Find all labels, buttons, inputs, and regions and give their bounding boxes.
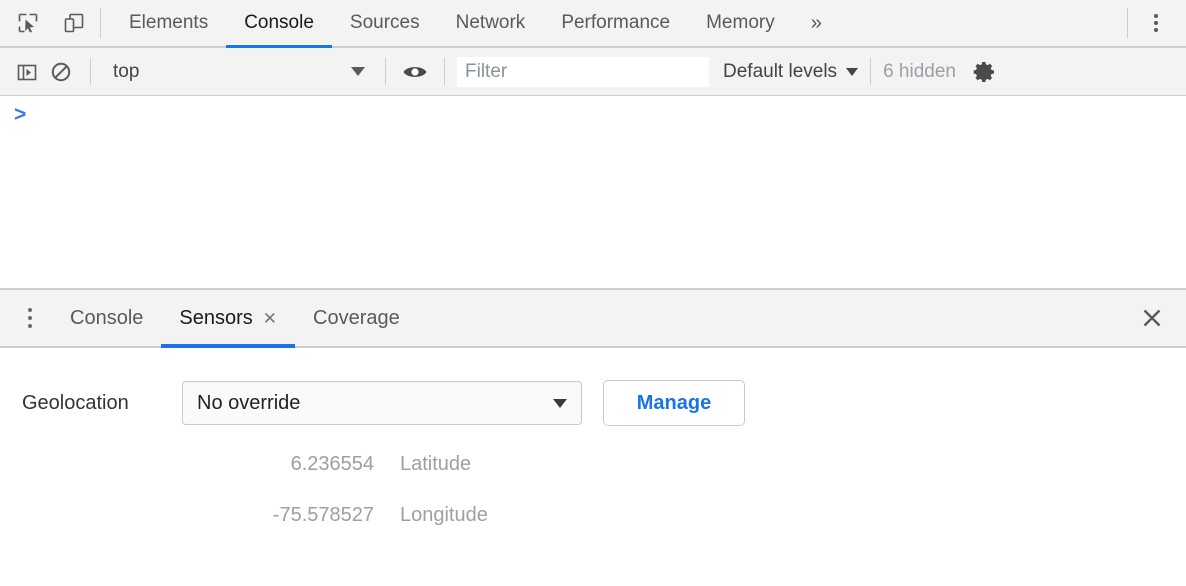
tab-sources[interactable]: Sources: [332, 0, 438, 46]
drawer-tab-list: Console Sensors ✕ Coverage: [52, 290, 1124, 346]
chevron-down-icon: [553, 399, 567, 408]
prompt-chevron-icon: >: [14, 104, 26, 125]
close-drawer-icon[interactable]: [1124, 290, 1180, 346]
main-toolbar: Elements Console Sources Network Perform…: [0, 0, 1186, 48]
toolbar-divider-right: [1127, 8, 1128, 38]
tab-memory[interactable]: Memory: [688, 0, 793, 46]
vertical-dots-icon[interactable]: [8, 290, 52, 346]
more-tabs-chevron-icon[interactable]: »: [793, 0, 840, 46]
tab-label: Network: [456, 12, 526, 34]
console-toolbar-divider-3: [444, 58, 445, 85]
drawer-tab-bar: Console Sensors ✕ Coverage: [0, 290, 1186, 348]
console-message-area: >: [0, 96, 1186, 288]
drawer-tab-console[interactable]: Console: [52, 290, 161, 346]
console-input[interactable]: [26, 104, 1186, 124]
log-levels-selector[interactable]: Default levels: [723, 61, 858, 83]
latitude-label: Latitude: [400, 453, 471, 476]
sensors-panel: Geolocation No override Manage Latitude …: [0, 348, 1186, 586]
longitude-label: Longitude: [400, 504, 488, 527]
console-toolbar-divider-1: [90, 58, 91, 85]
longitude-row: Longitude: [0, 503, 1186, 528]
tab-network[interactable]: Network: [438, 0, 544, 46]
drawer-tab-label: Console: [70, 307, 143, 330]
overflow-glyph: »: [811, 12, 822, 35]
execution-context-value: top: [113, 61, 351, 83]
drawer-tab-coverage[interactable]: Coverage: [295, 290, 418, 346]
latitude-input[interactable]: [182, 452, 382, 477]
tab-label: Elements: [129, 12, 208, 34]
latitude-row: Latitude: [0, 452, 1186, 477]
toolbar-right-group: [1117, 0, 1186, 46]
gear-icon[interactable]: [968, 55, 1002, 89]
devtools-window: Elements Console Sources Network Perform…: [0, 0, 1186, 586]
geolocation-row: Geolocation No override Manage: [0, 380, 1186, 426]
device-toolbar-icon[interactable]: [58, 7, 90, 39]
execution-context-selector[interactable]: top: [103, 57, 373, 87]
geolocation-label: Geolocation: [22, 392, 182, 415]
close-icon[interactable]: ✕: [263, 310, 277, 327]
filter-input[interactable]: [457, 57, 709, 87]
tab-elements[interactable]: Elements: [111, 0, 226, 46]
log-levels-label: Default levels: [723, 61, 837, 83]
tab-console[interactable]: Console: [226, 0, 332, 46]
drawer-tab-label: Coverage: [313, 307, 400, 330]
live-expression-eye-icon[interactable]: [398, 55, 432, 89]
tab-label: Memory: [706, 12, 775, 34]
tab-label: Console: [244, 12, 314, 34]
inspect-element-icon[interactable]: [12, 7, 44, 39]
drawer-tab-label: Sensors: [179, 307, 252, 330]
geolocation-value: No override: [197, 392, 553, 415]
chevron-down-icon: [846, 68, 858, 76]
console-prompt[interactable]: >: [0, 96, 1186, 130]
drawer-tab-sensors[interactable]: Sensors ✕: [161, 290, 295, 346]
geolocation-select[interactable]: No override: [182, 381, 582, 425]
vertical-dots-icon[interactable]: [1138, 5, 1174, 41]
console-sidebar-icon[interactable]: [10, 55, 44, 89]
tab-label: Performance: [561, 12, 670, 34]
hidden-messages-count: 6 hidden: [883, 61, 956, 83]
tab-label: Sources: [350, 12, 420, 34]
tab-performance[interactable]: Performance: [543, 0, 688, 46]
toolbar-icon-group: [0, 0, 90, 46]
console-toolbar: top Default levels 6 hidden: [0, 48, 1186, 96]
console-toolbar-divider-4: [870, 58, 871, 85]
longitude-input[interactable]: [182, 503, 382, 528]
console-toolbar-divider-2: [385, 58, 386, 85]
manage-button[interactable]: Manage: [603, 380, 745, 426]
toolbar-divider: [100, 8, 101, 38]
clear-console-icon[interactable]: [44, 55, 78, 89]
panel-tab-list: Elements Console Sources Network Perform…: [111, 0, 1117, 46]
chevron-down-icon: [351, 67, 365, 76]
devtools-drawer: Console Sensors ✕ Coverage Geol: [0, 288, 1186, 586]
